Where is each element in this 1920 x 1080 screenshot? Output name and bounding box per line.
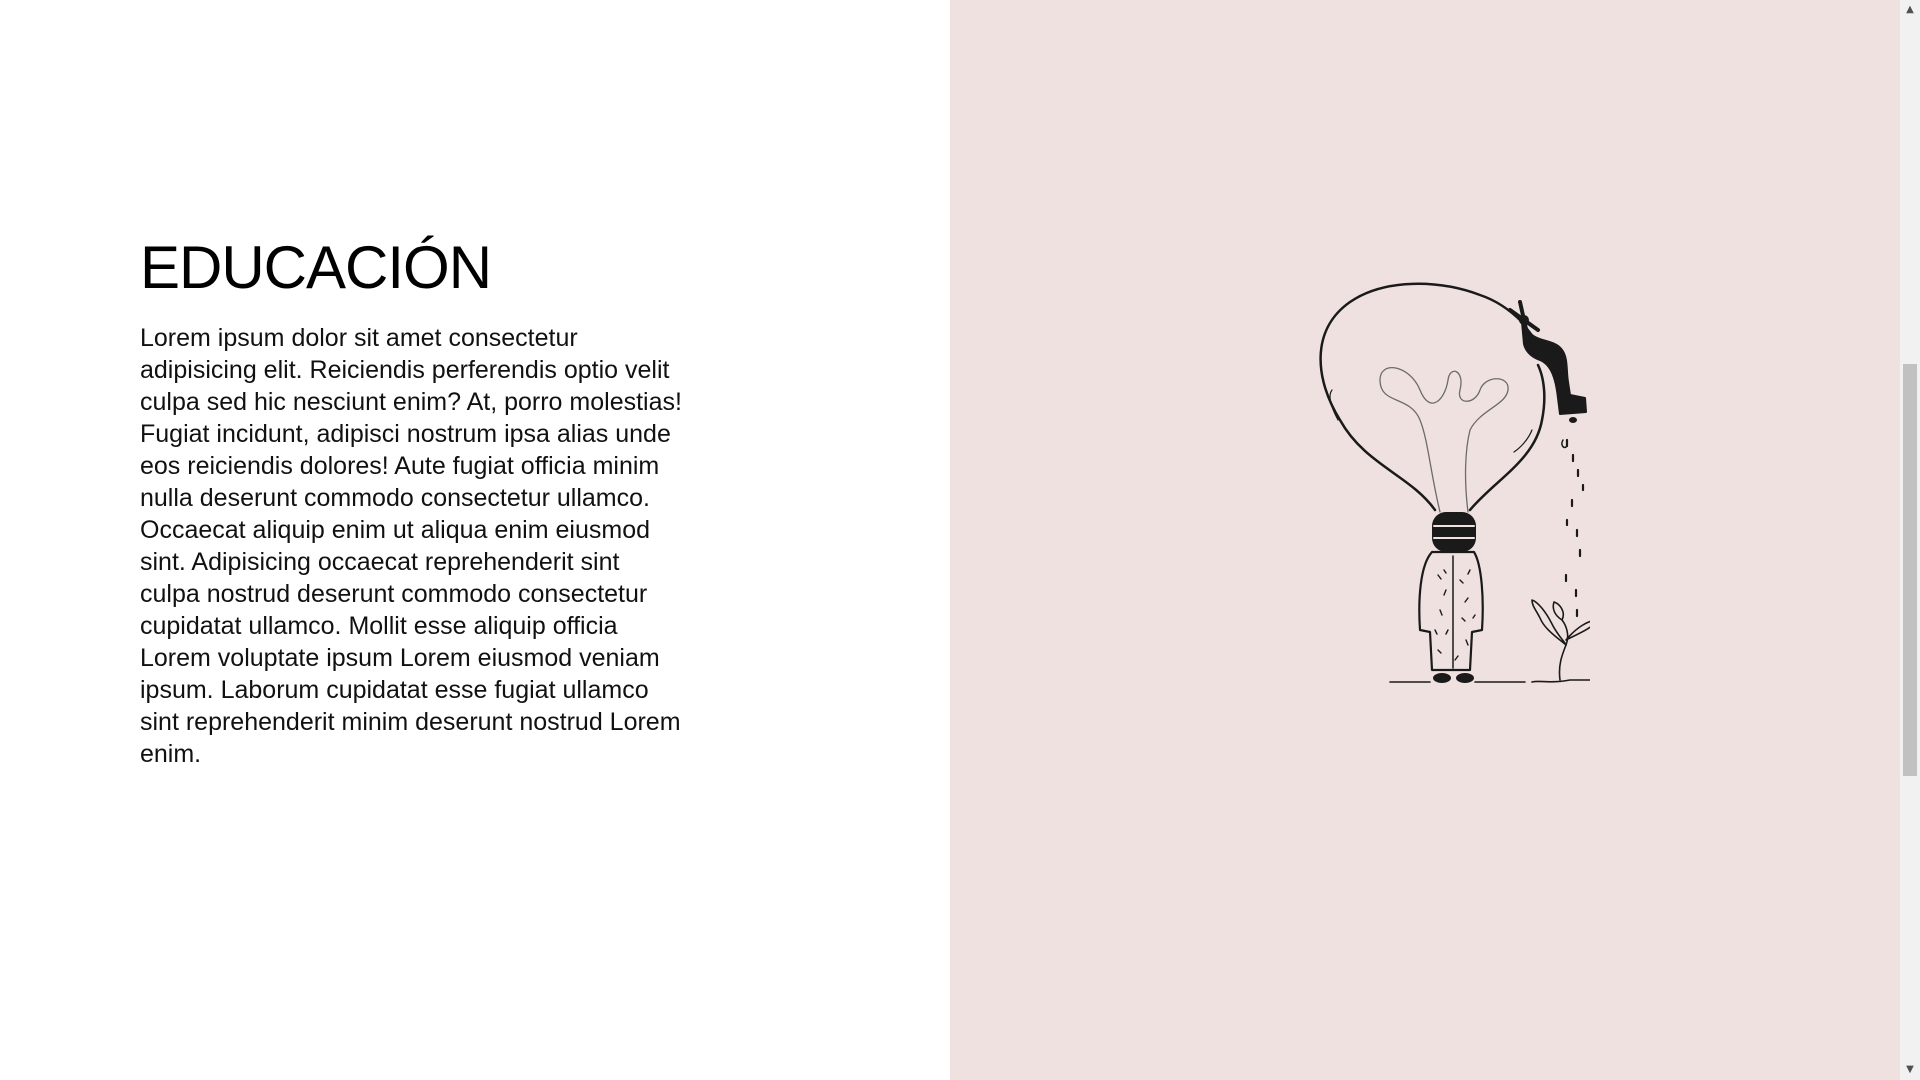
faucet-body [1521, 321, 1587, 415]
scroll-up-icon[interactable]: ▲ [1900, 0, 1920, 20]
page: EDUCACIÓN Lorem ipsum dolor sit amet con… [0, 0, 1920, 1080]
illustration-panel [950, 0, 1900, 1080]
person-coat [1418, 550, 1484, 672]
scrollbar-thumb[interactable] [1903, 364, 1917, 776]
lightbulb-faucet-illustration [1319, 282, 1590, 683]
person-foot-right [1456, 673, 1474, 683]
section-heading: EDUCACIÓN [140, 234, 492, 301]
text-block: EDUCACIÓN Lorem ipsum dolor sit amet con… [140, 232, 685, 770]
section-body: Lorem ipsum dolor sit amet consectetur a… [140, 324, 682, 768]
vertical-scrollbar[interactable]: ▲ ▼ [1900, 0, 1920, 1080]
plant-sprout [1531, 599, 1590, 681]
person-foot-left [1433, 673, 1451, 683]
text-panel: EDUCACIÓN Lorem ipsum dolor sit amet con… [0, 0, 950, 1080]
bulb-outline [1319, 282, 1524, 512]
bulb-base [1432, 512, 1476, 552]
scroll-down-icon[interactable]: ▼ [1900, 1060, 1920, 1080]
water-drops [1561, 438, 1585, 618]
